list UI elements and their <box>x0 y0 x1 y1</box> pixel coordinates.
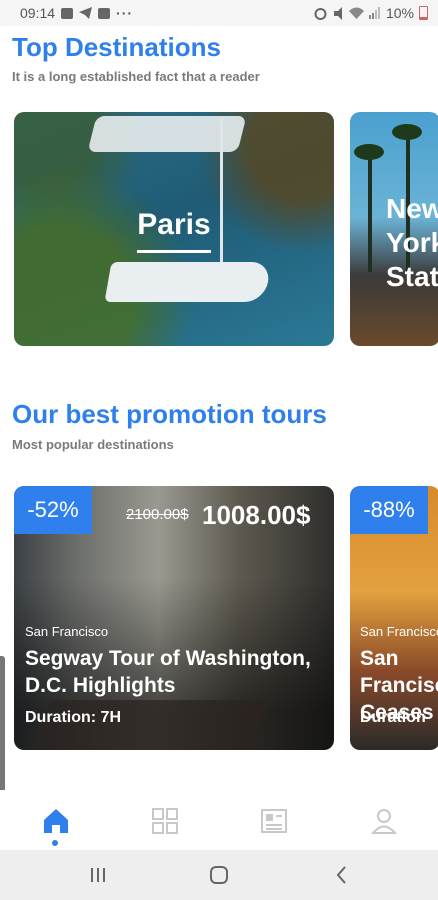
destination-underline <box>137 250 211 253</box>
wifi-icon <box>348 7 364 19</box>
home-button-icon[interactable] <box>208 864 230 886</box>
ai-icon <box>98 7 111 19</box>
news-icon[interactable] <box>259 806 289 836</box>
grid-icon[interactable] <box>150 806 180 836</box>
destination-name: Paris <box>137 208 211 241</box>
discount-badge: -52% <box>14 486 92 534</box>
top-destinations-title: Top Destinations <box>12 32 221 62</box>
palm-leaves <box>392 124 422 140</box>
alarm-icon <box>314 7 327 20</box>
new-price: 1008.00$ <box>202 500 311 530</box>
destination-name: New York State <box>386 193 438 292</box>
top-destinations-subtitle: It is a long established fact that a rea… <box>12 69 260 84</box>
status-time: 09:14 <box>20 5 56 21</box>
profile-icon[interactable] <box>369 806 399 836</box>
back-icon[interactable] <box>334 864 350 886</box>
image-icon <box>61 7 74 19</box>
mute-icon <box>333 6 342 20</box>
old-price: 2100.00$ <box>126 506 189 523</box>
status-bar: 09:14 ··· 10% <box>0 0 438 26</box>
boat-hull <box>104 262 272 302</box>
tour-city: San Francisco <box>360 624 438 639</box>
discount-badge: -88% <box>350 486 428 534</box>
more-notifications-icon: ··· <box>116 5 134 21</box>
palm-leaves <box>354 144 384 160</box>
signal-icon <box>368 7 380 19</box>
recent-apps-icon[interactable] <box>88 864 108 886</box>
tour-name: Segway Tour of Washington, D.C. Highligh… <box>25 647 311 697</box>
battery-icon <box>419 6 428 20</box>
tour-city: San Francisco <box>25 624 109 639</box>
promotion-tours-title: Our best promotion tours <box>12 399 327 429</box>
active-tab-indicator <box>52 840 58 846</box>
promotion-tours-subtitle: Most popular destinations <box>12 437 174 452</box>
tour-duration: Duration <box>360 709 426 726</box>
palm-tree <box>368 152 372 272</box>
telegram-icon <box>79 7 93 19</box>
boat-mast <box>220 118 223 268</box>
battery-percent: 10% <box>385 5 414 21</box>
home-icon[interactable] <box>41 806 71 836</box>
tour-duration: Duration: 7H <box>25 709 121 726</box>
